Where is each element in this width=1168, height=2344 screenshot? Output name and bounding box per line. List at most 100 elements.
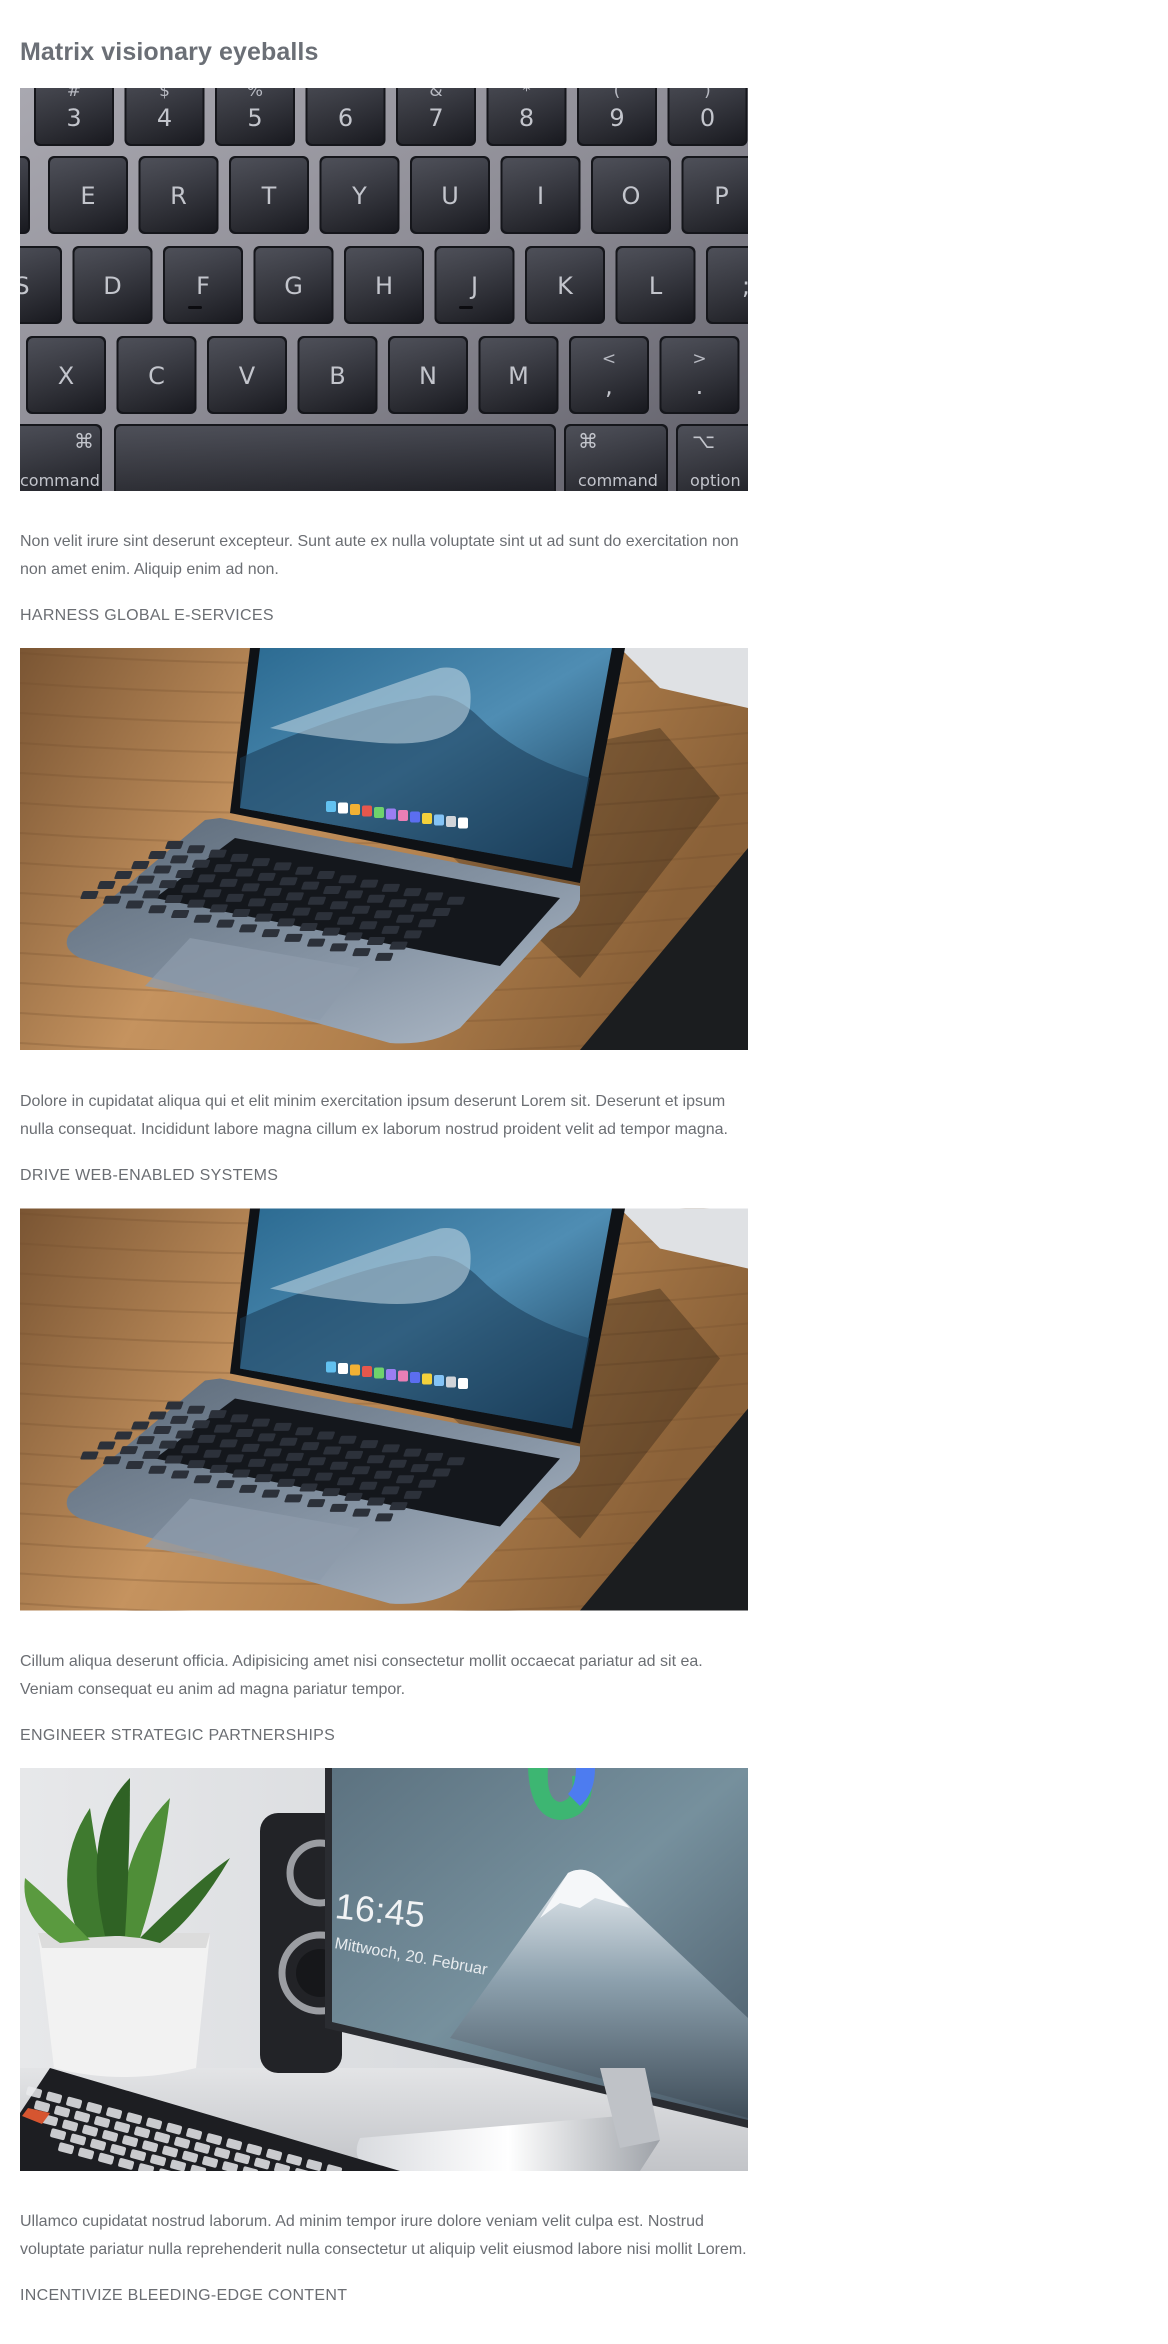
key-label: 6 (338, 104, 353, 132)
key-y: Y (319, 156, 400, 234)
svg-text:command: command (578, 471, 658, 490)
key-label: N (419, 362, 437, 390)
key-label: M (508, 362, 529, 390)
key-c: C (116, 336, 197, 414)
key-n: N (388, 336, 468, 414)
keyboard-photo: #3$4%5^6&7*8(9)0ERTYUIOPSDFGHJKL;XCVBNM<… (20, 88, 748, 491)
key-v: V (207, 336, 287, 414)
key-3: #3 (34, 88, 114, 146)
key-w-partial (20, 156, 30, 234)
spacebar (114, 424, 556, 491)
key-label: 5 (247, 104, 262, 132)
key-label: H (375, 272, 393, 300)
laptop-photo (20, 1208, 748, 1611)
key-t: T (229, 156, 309, 234)
key-symbol: > (692, 349, 706, 369)
svg-text:option: option (690, 471, 741, 490)
key-symbol: ( (614, 88, 621, 101)
key-label: X (58, 362, 74, 390)
key-label: . (696, 372, 704, 400)
key-symbol: < (602, 349, 616, 369)
key-label: T (261, 182, 277, 210)
key-symbol: ) (704, 88, 711, 101)
key-s: S (20, 246, 62, 324)
svg-text:⌘: ⌘ (578, 429, 598, 453)
key-f: F (163, 246, 243, 324)
key-label: P (714, 182, 728, 210)
key-label: , (605, 372, 613, 400)
key-0: )0 (667, 88, 748, 146)
desk-monitor-photo: 16:45 Mittwoch, 20. Februar (20, 1768, 748, 2171)
key-k: K (525, 246, 605, 324)
section-heading: DRIVE WEB-ENABLED SYSTEMS (20, 1167, 279, 1184)
key-period: >. (659, 336, 740, 414)
command-key-right: ⌘ command (564, 424, 668, 491)
key-8: *8 (486, 88, 567, 146)
key-b: B (297, 336, 378, 414)
key-j: J (434, 246, 515, 324)
key-6: ^6 (305, 88, 386, 146)
key-4: $4 (124, 88, 205, 146)
svg-text:⌘: ⌘ (74, 429, 94, 453)
key-label: 7 (428, 104, 443, 132)
key-label: 4 (157, 104, 172, 132)
key-5: %5 (215, 88, 295, 146)
key-label: C (148, 362, 165, 390)
svg-text:command: command (20, 471, 100, 490)
key-label: R (170, 182, 187, 210)
key-label: O (622, 182, 641, 210)
section-heading: ENGINEER STRATEGIC PARTNERSHIPS (20, 1727, 336, 1744)
key-label: G (284, 272, 303, 300)
key-label: K (557, 272, 574, 300)
section-heading: HARNESS GLOBAL E-SERVICES (20, 607, 274, 624)
key-label: 9 (609, 104, 624, 132)
key-label: U (441, 182, 459, 210)
option-key: ⌥ option (676, 424, 748, 491)
key-m: M (478, 336, 559, 414)
key-label: J (469, 272, 478, 300)
key-label: E (80, 182, 95, 210)
key-7: &7 (396, 88, 476, 146)
key-label: ; (742, 272, 748, 300)
key-r: R (138, 156, 219, 234)
page-title: Matrix visionary eyeballs (20, 38, 319, 66)
key-label: 8 (519, 104, 534, 132)
key-x: X (26, 336, 106, 414)
key-symbol: $ (159, 88, 170, 101)
key-e: E (48, 156, 128, 234)
section-paragraph: Cillum aliqua deserunt officia. Adipisic… (20, 1653, 703, 1698)
key-label: D (103, 272, 121, 300)
key-o: O (591, 156, 671, 234)
key-label: 3 (66, 104, 81, 132)
key-l: L (615, 246, 696, 324)
key-p: P (681, 156, 748, 234)
key-9: (9 (577, 88, 657, 146)
key-symbol: % (247, 88, 263, 101)
key-symbol: & (429, 88, 442, 101)
key-label: B (329, 362, 345, 390)
key-label: S (20, 272, 30, 300)
key-label: Y (351, 182, 367, 210)
section-heading: INCENTIVIZE BLEEDING-EDGE CONTENT (20, 2287, 348, 2304)
key-semicolon: ; (706, 246, 748, 324)
key-label: F (196, 272, 210, 300)
command-key-left: ⌘ command (20, 424, 102, 491)
key-symbol: * (522, 88, 531, 101)
svg-text:⌥: ⌥ (692, 429, 715, 453)
key-h: H (344, 246, 424, 324)
key-d: D (72, 246, 153, 324)
key-symbol: # (67, 88, 81, 101)
section-paragraph: Dolore in cupidatat aliqua qui et elit m… (20, 1093, 728, 1138)
key-symbol: ^ (338, 88, 352, 101)
key-g: G (253, 246, 334, 324)
key-label: 0 (700, 104, 715, 132)
laptop-photo (20, 648, 748, 1050)
key-i: I (500, 156, 581, 234)
key-comma: <, (569, 336, 649, 414)
section-paragraph: Non velit irure sint deserunt excepteur.… (20, 533, 739, 578)
key-label: I (537, 182, 544, 210)
key-u: U (410, 156, 490, 234)
key-label: L (649, 272, 663, 300)
section-paragraph: Ullamco cupidatat nostrud laborum. Ad mi… (20, 2213, 747, 2258)
key-label: V (239, 362, 256, 390)
